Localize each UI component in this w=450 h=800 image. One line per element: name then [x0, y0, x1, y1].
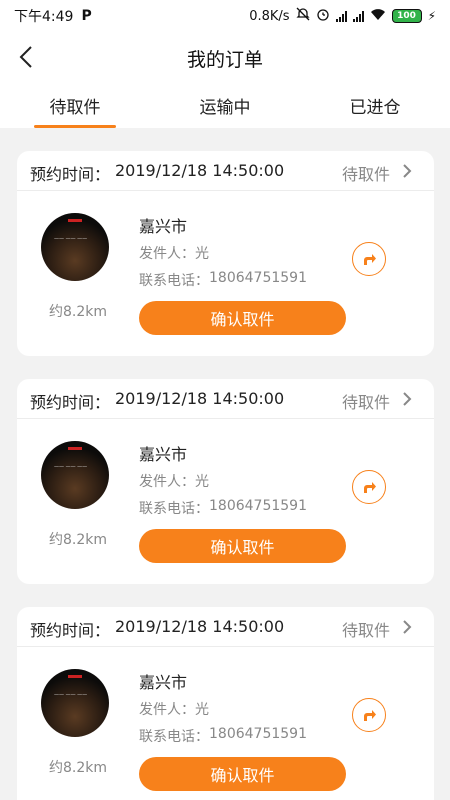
battery-icon: 100	[391, 9, 422, 23]
navigate-icon[interactable]	[352, 698, 386, 732]
phone-label: 联系电话：	[139, 729, 209, 745]
tab-in-transit[interactable]: 运输中	[150, 82, 300, 128]
sender-avatar: —— —— ——	[41, 213, 109, 281]
phone-label: 联系电话：	[139, 273, 209, 289]
tab-label: 运输中	[199, 97, 251, 118]
order-card-header[interactable]: 预约时间： 2019/12/18 14:50:00 待取件	[17, 607, 434, 647]
order-card[interactable]: 预约时间： 2019/12/18 14:50:00 待取件 —— —— —— 约…	[17, 379, 434, 584]
order-card-header[interactable]: 预约时间： 2019/12/18 14:50:00 待取件	[17, 379, 434, 419]
phone-number: 18064751591	[209, 498, 307, 514]
sender-name: 光	[195, 702, 209, 718]
chevron-right-icon[interactable]	[402, 391, 416, 407]
sender-label: 发件人：	[139, 474, 195, 490]
phone-number: 18064751591	[209, 270, 307, 286]
charging-icon: ⚡	[427, 9, 436, 23]
network-speed: 0.8K/s	[249, 8, 290, 24]
appointment-label: 预约时间：	[30, 165, 111, 184]
sender-avatar: —— —— ——	[41, 441, 109, 509]
city: 嘉兴市	[139, 673, 188, 692]
tab-pending-pickup[interactable]: 待取件	[0, 82, 150, 128]
order-card[interactable]: 预约时间： 2019/12/18 14:50:00 待取件 —— —— —— 约…	[17, 151, 434, 356]
alarm-icon	[316, 7, 330, 25]
app-header: 我的订单	[0, 32, 450, 82]
sender-avatar: —— —— ——	[41, 669, 109, 737]
order-status: 待取件	[341, 393, 390, 412]
navigate-icon[interactable]	[352, 470, 386, 504]
tab-in-warehouse[interactable]: 已进仓	[300, 82, 450, 128]
city: 嘉兴市	[139, 217, 188, 236]
appointment-time: 2019/12/18 14:50:00	[115, 389, 285, 408]
order-status: 待取件	[341, 165, 390, 184]
sender-name: 光	[195, 474, 209, 490]
confirm-pickup-button[interactable]: 确认取件	[139, 529, 346, 563]
signal-icon	[352, 10, 364, 22]
phone-label: 联系电话：	[139, 501, 209, 517]
city: 嘉兴市	[139, 445, 188, 464]
chevron-right-icon[interactable]	[402, 619, 416, 635]
navigate-icon[interactable]	[352, 242, 386, 276]
confirm-pickup-button[interactable]: 确认取件	[139, 301, 346, 335]
appointment-time: 2019/12/18 14:50:00	[115, 161, 285, 180]
appointment-time: 2019/12/18 14:50:00	[115, 617, 285, 636]
sender-label: 发件人：	[139, 702, 195, 718]
status-bar: 下午4:49 P 0.8K/s 100 ⚡	[0, 0, 450, 32]
distance: 约8.2km	[49, 760, 108, 776]
alarm-mute-icon	[295, 7, 310, 25]
distance: 约8.2km	[49, 532, 108, 548]
chevron-right-icon[interactable]	[402, 163, 416, 179]
status-time: 下午4:49	[14, 9, 74, 25]
tab-label: 待取件	[49, 97, 101, 118]
page-title: 我的订单	[186, 49, 263, 71]
phone-number: 18064751591	[209, 726, 307, 742]
order-card[interactable]: 预约时间： 2019/12/18 14:50:00 待取件 —— —— —— 约…	[17, 607, 434, 800]
signal-icon	[335, 10, 347, 22]
sender-name: 光	[195, 246, 209, 262]
parking-app-icon: P	[81, 8, 92, 24]
order-tabs: 待取件 运输中 已进仓	[0, 82, 450, 128]
order-status: 待取件	[341, 621, 390, 640]
sender-label: 发件人：	[139, 246, 195, 262]
wifi-icon	[370, 8, 386, 25]
order-card-header[interactable]: 预约时间： 2019/12/18 14:50:00 待取件	[17, 151, 434, 191]
tab-label: 已进仓	[349, 97, 401, 118]
appointment-label: 预约时间：	[30, 393, 111, 412]
confirm-pickup-button[interactable]: 确认取件	[139, 757, 346, 791]
distance: 约8.2km	[49, 304, 108, 320]
appointment-label: 预约时间：	[30, 621, 111, 640]
